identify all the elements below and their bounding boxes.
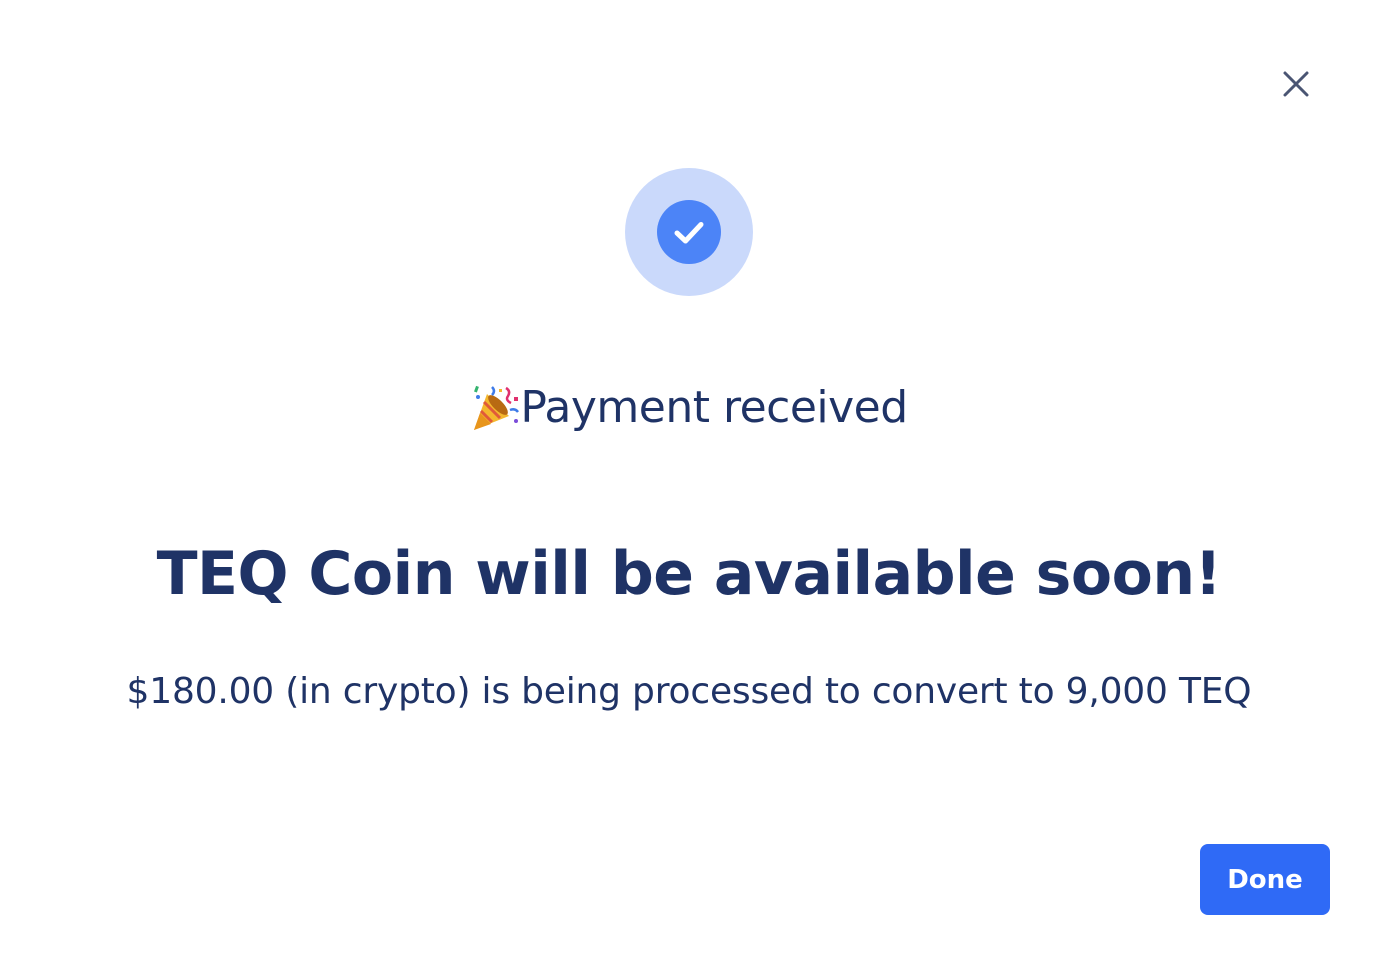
headline: TEQ Coin will be available soon!	[156, 539, 1222, 609]
payment-success-modal: Payment received TEQ Coin will be availa…	[0, 0, 1378, 964]
subtitle-row: Payment received	[0, 376, 1378, 440]
close-button[interactable]	[1276, 64, 1316, 104]
description-text: $180.00 (in crypto) is being processed t…	[126, 671, 1252, 712]
done-button[interactable]: Done	[1200, 844, 1330, 915]
payment-status-title: Payment received	[520, 382, 908, 433]
success-status-badge	[625, 168, 753, 296]
close-icon	[1282, 70, 1310, 98]
party-popper-icon	[470, 383, 520, 433]
check-circle-icon	[657, 200, 721, 264]
